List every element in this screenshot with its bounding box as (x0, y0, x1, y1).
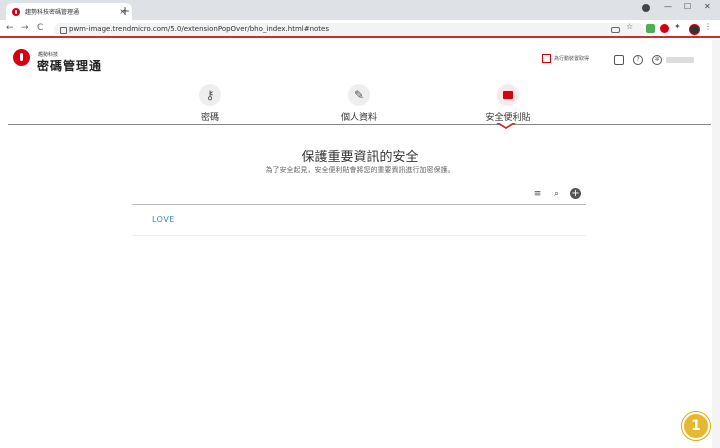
trendmicro-extension-icon[interactable] (660, 24, 669, 33)
note-title[interactable]: LOVE (152, 215, 175, 224)
add-note-button[interactable]: + (570, 188, 581, 199)
gear-icon[interactable]: ✲ (652, 55, 662, 65)
address-bar[interactable]: pwm-image.trendmicro.com/5.0/extensionPo… (54, 23, 644, 36)
active-tab-indicator (496, 122, 516, 129)
tab-passwords[interactable]: ⚷ 密碼 (190, 84, 230, 123)
username-placeholder[interactable] (666, 57, 694, 63)
pen-icon: ✎ (348, 84, 370, 106)
url-text: pwm-image.trendmicro.com/5.0/extensionPo… (69, 25, 330, 33)
trendmicro-logo-icon (13, 49, 30, 66)
tab-secure-notes[interactable]: 安全便利貼 (478, 84, 538, 123)
trendmicro-favicon-icon (12, 7, 20, 16)
scrollbar[interactable] (712, 40, 720, 448)
profile-icon[interactable] (642, 4, 650, 12)
browser-tab[interactable]: 趨勢科技密碼管理通 × (6, 3, 132, 20)
mobile-device-link-label: 為行動裝置取得 (554, 56, 590, 62)
tab-personal-info[interactable]: ✎ 個人資料 (334, 84, 384, 123)
search-icon[interactable]: ⌕ (551, 188, 562, 199)
avatar[interactable] (689, 24, 700, 35)
mobile-device-icon (542, 54, 551, 63)
key-icon[interactable] (611, 27, 620, 33)
help-icon[interactable]: ? (633, 55, 643, 65)
page-subtitle: 為了安全起見，安全便利貼會將您的重要資訊進行加密保護。 (265, 166, 455, 174)
reload-button[interactable]: C (37, 23, 43, 33)
minimize-button[interactable]: — (664, 2, 672, 11)
menu-icon[interactable]: ⋮ (704, 22, 713, 31)
extension-icon[interactable] (646, 24, 655, 33)
product-name: 密碼管理通 (37, 59, 103, 73)
browser-toolbar: ← → C pwm-image.trendmicro.com/5.0/exten… (0, 20, 720, 38)
nav-divider (8, 124, 711, 125)
cube-icon[interactable] (614, 55, 624, 65)
window-close-button[interactable]: ✕ (704, 2, 711, 11)
maximize-button[interactable]: ☐ (684, 2, 691, 11)
star-icon[interactable]: ☆ (626, 22, 635, 31)
secure-note-icon (497, 84, 519, 106)
browser-tab-strip: 趨勢科技密碼管理通 × + — ☐ ✕ (0, 0, 720, 20)
lock-icon (60, 27, 67, 34)
forward-button[interactable]: → (21, 23, 29, 33)
key-icon: ⚷ (199, 84, 221, 106)
list-toolbar: ≡ ⌕ + (532, 188, 581, 199)
new-tab-button[interactable]: + (120, 4, 130, 18)
page-title: 保護重要資訊的安全 (301, 150, 419, 165)
tab-passwords-label: 密碼 (200, 113, 219, 123)
sort-icon[interactable]: ≡ (532, 188, 543, 199)
list-item[interactable]: LOVE (132, 205, 586, 236)
tab-personal-info-label: 個人資料 (340, 113, 377, 123)
back-button[interactable]: ← (6, 23, 14, 33)
step-badge: 1 (682, 412, 710, 440)
puzzle-icon[interactable]: ✦ (674, 22, 683, 31)
browser-tab-title: 趨勢科技密碼管理通 (25, 9, 80, 16)
mobile-device-link[interactable]: 為行動裝置取得 (542, 54, 589, 63)
